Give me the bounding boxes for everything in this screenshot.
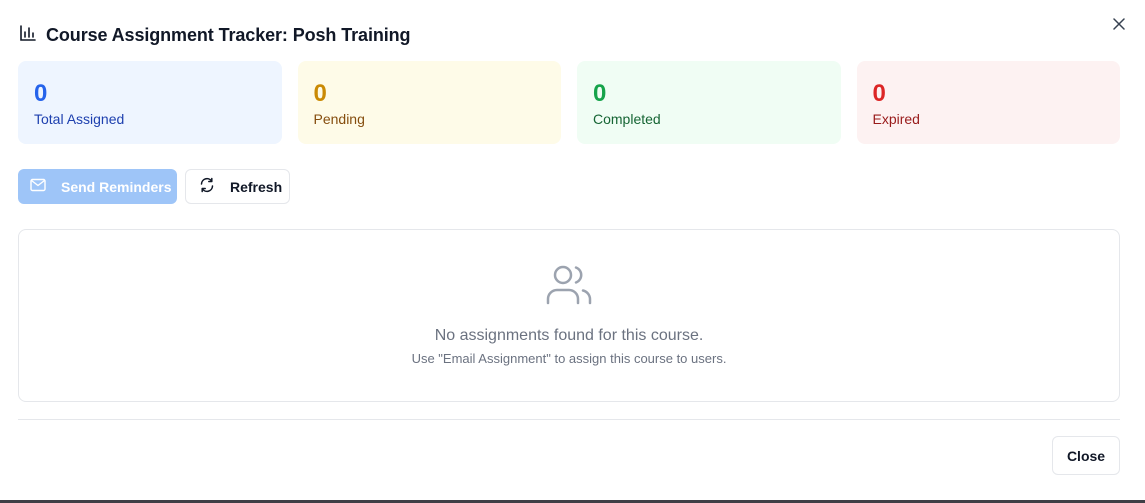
stat-label: Pending (313, 111, 365, 127)
bar-chart-icon (19, 24, 37, 47)
mail-icon (30, 178, 46, 195)
close-button[interactable]: Close (1052, 436, 1120, 475)
stat-value: 0 (593, 80, 607, 107)
stat-value: 0 (872, 80, 886, 107)
stat-card-pending: 0 Pending (297, 61, 561, 144)
users-icon (546, 264, 592, 311)
send-reminders-button[interactable]: Send Reminders (18, 169, 177, 204)
dialog-title: Course Assignment Tracker: Posh Training (46, 25, 411, 45)
dialog-header: Course Assignment Tracker: Posh Training (19, 24, 411, 47)
assignment-tracker-dialog: Course Assignment Tracker: Posh Training… (0, 0, 1145, 503)
stat-value: 0 (34, 80, 48, 107)
close-icon[interactable] (1111, 16, 1127, 32)
stat-label: Total Assigned (34, 111, 125, 127)
stat-value: 0 (313, 80, 327, 107)
stat-card-expired: 0 Expired (856, 61, 1120, 144)
empty-state: No assignments found for this course. Us… (18, 229, 1120, 402)
empty-state-hint: Use "Email Assignment" to assign this co… (411, 351, 727, 366)
stat-card-total: 0 Total Assigned (18, 61, 282, 144)
stat-card-completed: 0 Completed (577, 61, 841, 144)
refresh-button[interactable]: Refresh (185, 169, 290, 204)
refresh-icon (199, 177, 215, 196)
empty-state-message: No assignments found for this course. (434, 327, 704, 344)
send-reminders-label: Send Reminders (61, 178, 172, 195)
refresh-label: Refresh (230, 178, 283, 195)
footer-divider (18, 419, 1120, 420)
stats-row: 0 Total Assigned 0 Pending 0 Completed 0… (18, 61, 1120, 144)
stat-label: Completed (593, 111, 661, 127)
action-bar: Send Reminders Refresh (18, 169, 290, 204)
stat-label: Expired (872, 111, 920, 127)
